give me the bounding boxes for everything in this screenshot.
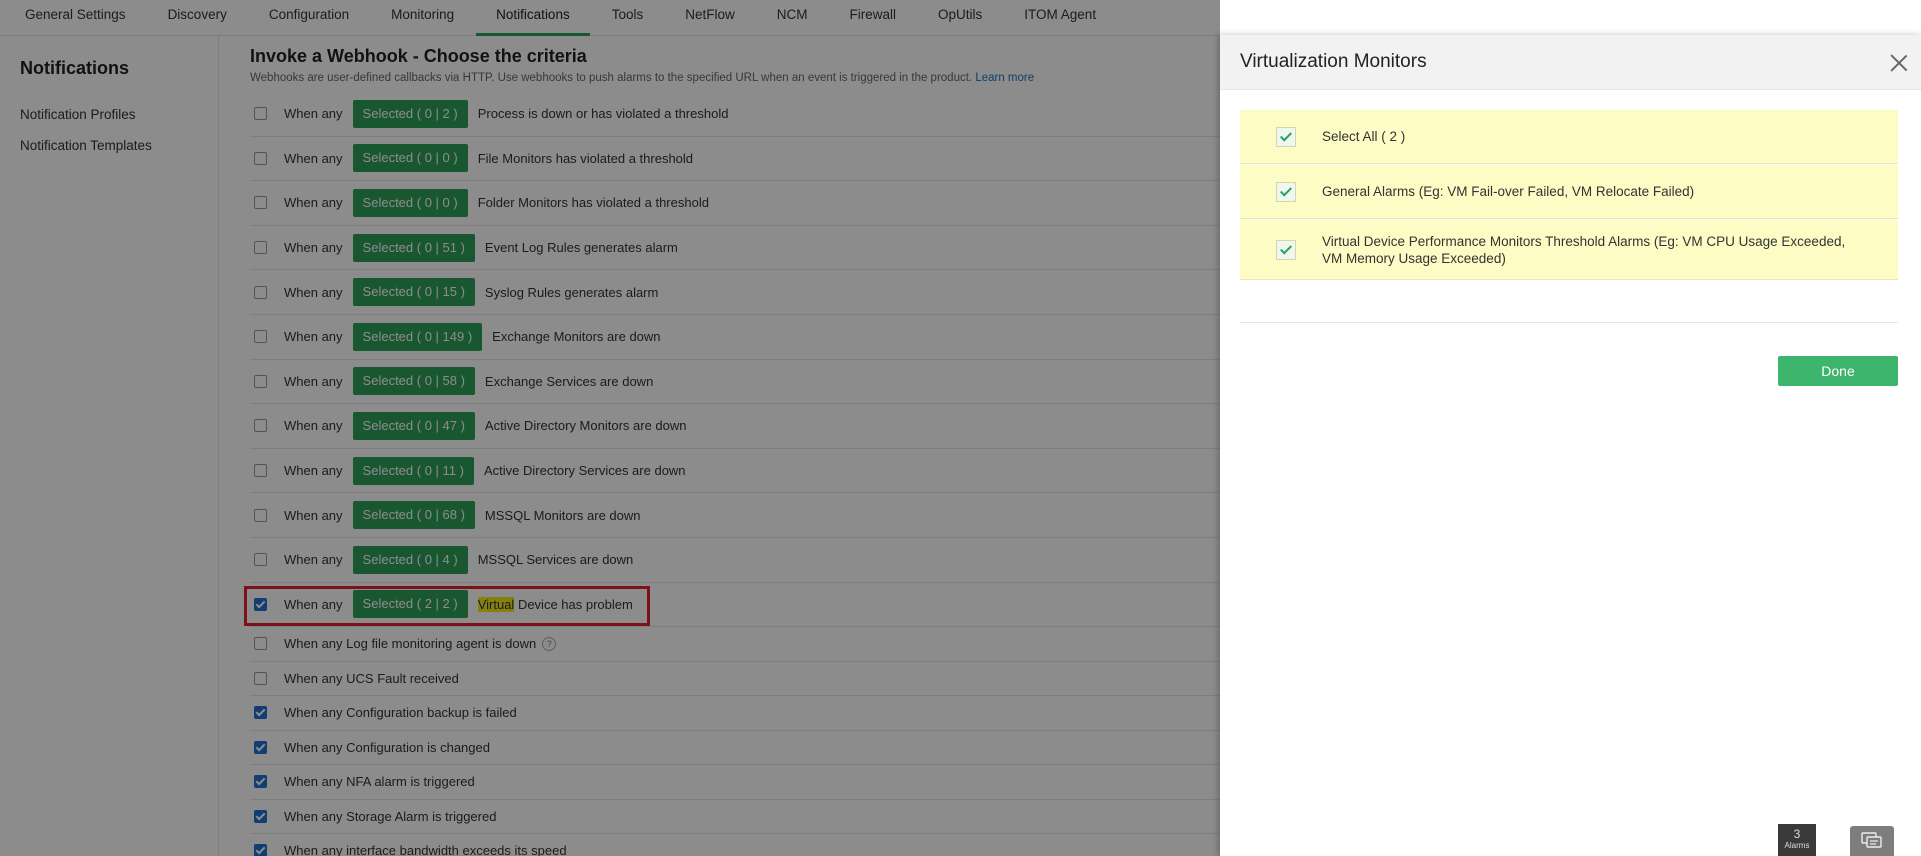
option-label: General Alarms (Eg: VM Fail-over Failed,… [1322, 184, 1695, 199]
chat-bubble-icon [1861, 832, 1882, 848]
modal-overlay[interactable] [0, 0, 1220, 856]
option-checkbox[interactable] [1276, 239, 1296, 260]
option-checkbox[interactable] [1276, 126, 1296, 147]
option-label: Virtual Device Performance Monitors Thre… [1322, 233, 1846, 266]
option-label: Select All ( 2 ) [1322, 129, 1406, 144]
option-performance-alarms[interactable]: Virtual Device Performance Monitors Thre… [1240, 220, 1898, 280]
divider [1240, 322, 1898, 323]
alarms-widget[interactable]: 3 Alarms [1778, 824, 1816, 856]
close-icon[interactable] [1889, 53, 1909, 73]
virtualization-monitors-panel: Virtualization Monitors Select All ( 2 )… [1220, 35, 1921, 856]
alarm-label: Alarms [1784, 841, 1810, 850]
option-general-alarms[interactable]: General Alarms (Eg: VM Fail-over Failed,… [1240, 165, 1898, 219]
option-list: Select All ( 2 ) General Alarms (Eg: VM … [1240, 110, 1898, 281]
alarm-count: 3 [1793, 827, 1801, 841]
panel-title: Virtualization Monitors [1240, 51, 1427, 72]
option-checkbox[interactable] [1276, 181, 1296, 202]
panel-header: Virtualization Monitors [1220, 35, 1921, 90]
option-select-all[interactable]: Select All ( 2 ) [1240, 110, 1898, 164]
done-button[interactable]: Done [1778, 356, 1898, 386]
chat-icon[interactable] [1850, 826, 1894, 856]
